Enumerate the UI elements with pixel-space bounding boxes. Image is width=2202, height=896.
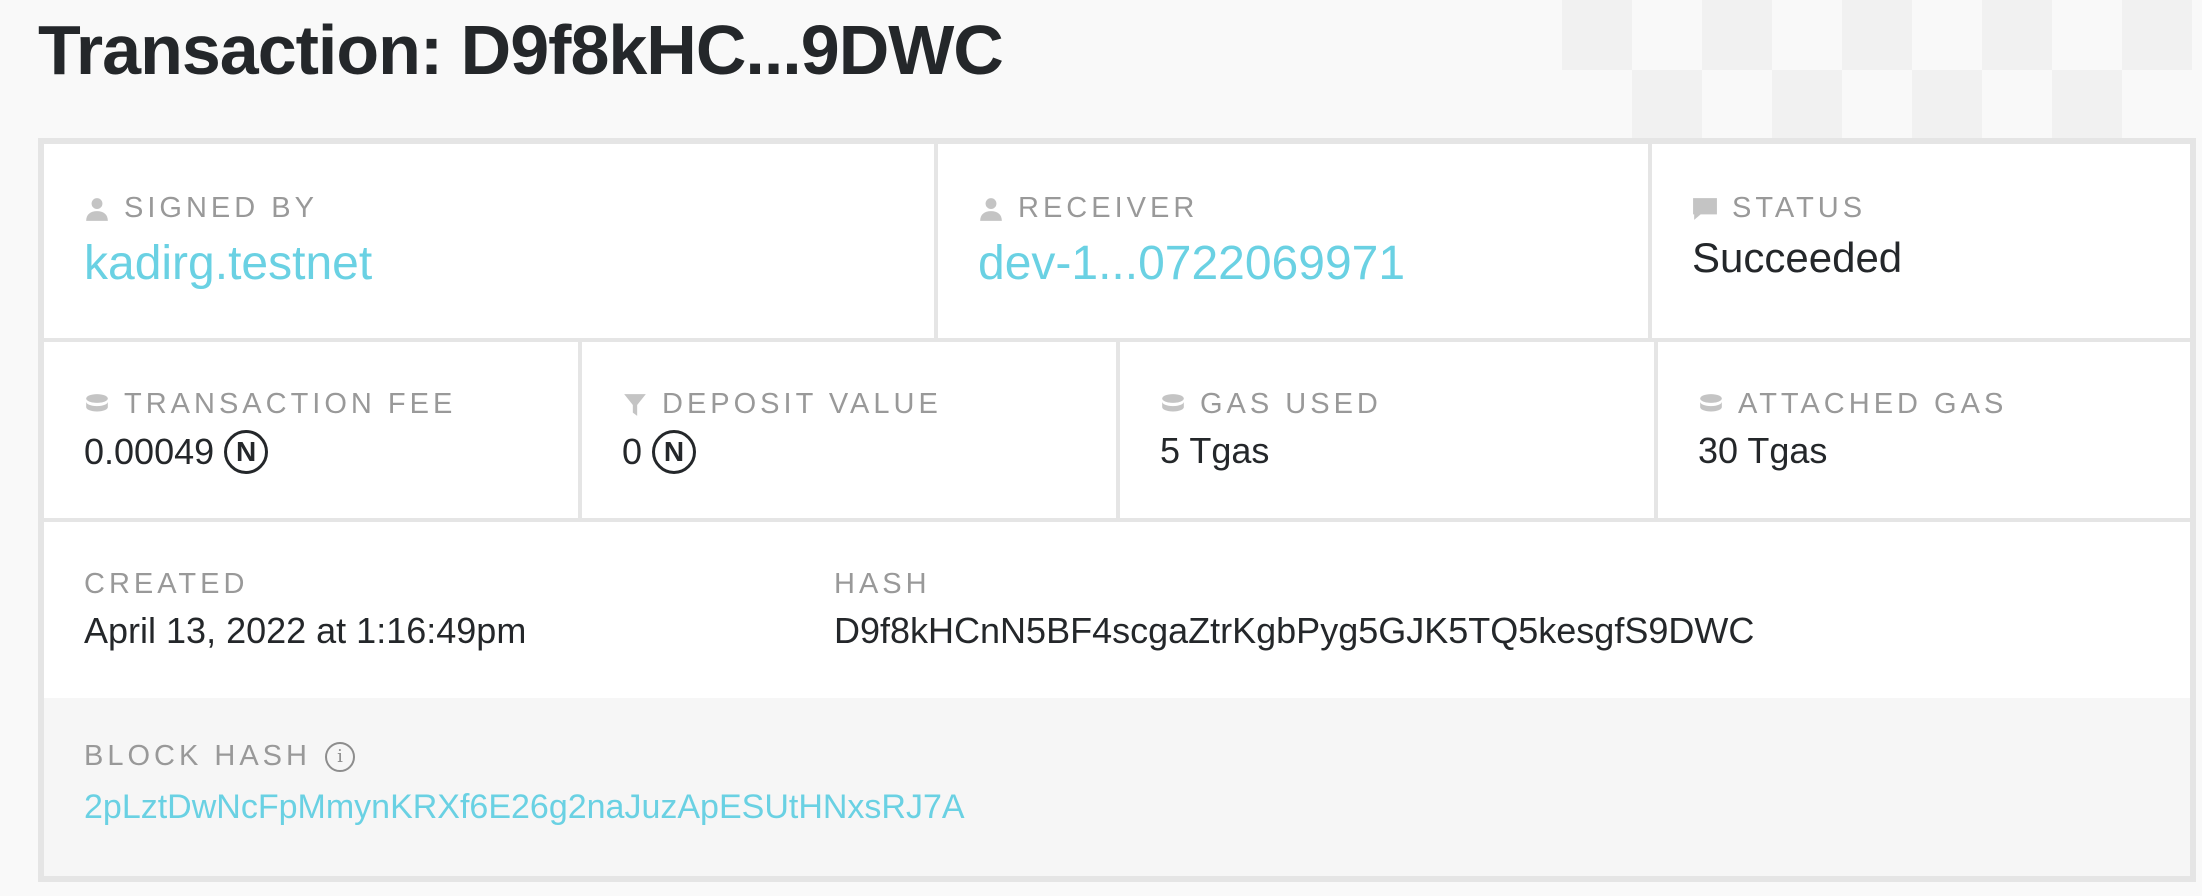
row-fees: TRANSACTION FEE 0.00049 N DEPOSIT VALUE … <box>44 342 2190 518</box>
coins-icon <box>1162 393 1184 411</box>
created-hash-cell: CREATED April 13, 2022 at 1:16:49pm HASH… <box>44 522 2190 698</box>
receiver-label: RECEIVER <box>978 192 1198 225</box>
transaction-fee-value: 0.00049 N <box>84 430 269 474</box>
block-hash-link[interactable]: 2pLztDwNcFpMmynKRXf6E26g2naJuzApESUtHNxs… <box>84 788 965 827</box>
page-title: Transaction: D9f8kHC...9DWC <box>38 11 1004 89</box>
receiver-cell: RECEIVER dev-1...0722069971 <box>938 144 1648 338</box>
comment-icon <box>1693 197 1717 220</box>
gas-used-value: 5 Tgas <box>1160 430 1270 471</box>
row-accounts: SIGNED BY kadirg.testnet RECEIVER dev-1.… <box>44 144 2190 338</box>
attached-gas-cell: ATTACHED GAS 30 Tgas <box>1658 342 2190 518</box>
near-token-icon: N <box>224 430 269 474</box>
transaction-fee-cell: TRANSACTION FEE 0.00049 N <box>44 342 578 518</box>
hash-value: D9f8kHCnN5BF4scgaZtrKgbPyg5GJK5TQ5kesgfS… <box>834 610 1755 651</box>
created-value: April 13, 2022 at 1:16:49pm <box>84 610 527 651</box>
signed-by-cell: SIGNED BY kadirg.testnet <box>44 144 934 338</box>
gas-used-cell: GAS USED 5 Tgas <box>1120 342 1654 518</box>
deposit-value-label: DEPOSIT VALUE <box>622 388 942 421</box>
block-hash-label: BLOCK HASH i <box>84 740 355 773</box>
created-label: CREATED <box>84 568 249 600</box>
attached-gas-value: 30 Tgas <box>1698 430 1828 471</box>
transaction-details-card: SIGNED BY kadirg.testnet RECEIVER dev-1.… <box>38 138 2196 882</box>
hash-label: HASH <box>834 568 931 600</box>
status-cell: STATUS Succeeded <box>1652 144 2190 338</box>
user-icon <box>86 197 108 221</box>
transaction-fee-label: TRANSACTION FEE <box>84 388 456 421</box>
background-pattern <box>1562 0 2202 140</box>
coins-icon <box>86 393 108 411</box>
row-block-hash: BLOCK HASH i 2pLztDwNcFpMmynKRXf6E26g2na… <box>44 698 2190 876</box>
deposit-value-value: 0 N <box>622 430 697 474</box>
near-token-icon: N <box>652 430 697 474</box>
user-icon <box>980 197 1002 221</box>
signed-by-account-link[interactable]: kadirg.testnet <box>84 236 372 291</box>
receiver-account-link[interactable]: dev-1...0722069971 <box>978 236 1405 291</box>
gas-used-label: GAS USED <box>1160 388 1382 421</box>
attached-gas-label: ATTACHED GAS <box>1698 388 2007 421</box>
signed-by-label: SIGNED BY <box>84 192 318 225</box>
coins-icon <box>1700 393 1722 411</box>
hash-column: HASH D9f8kHCnN5BF4scgaZtrKgbPyg5GJK5TQ5k… <box>794 522 2094 698</box>
deposit-value-cell: DEPOSIT VALUE 0 N <box>582 342 1116 518</box>
row-created-hash: CREATED April 13, 2022 at 1:16:49pm HASH… <box>44 522 2190 698</box>
info-icon[interactable]: i <box>324 741 355 772</box>
filter-icon <box>624 393 646 416</box>
status-value: Succeeded <box>1692 234 1903 281</box>
status-label: STATUS <box>1692 192 1866 225</box>
